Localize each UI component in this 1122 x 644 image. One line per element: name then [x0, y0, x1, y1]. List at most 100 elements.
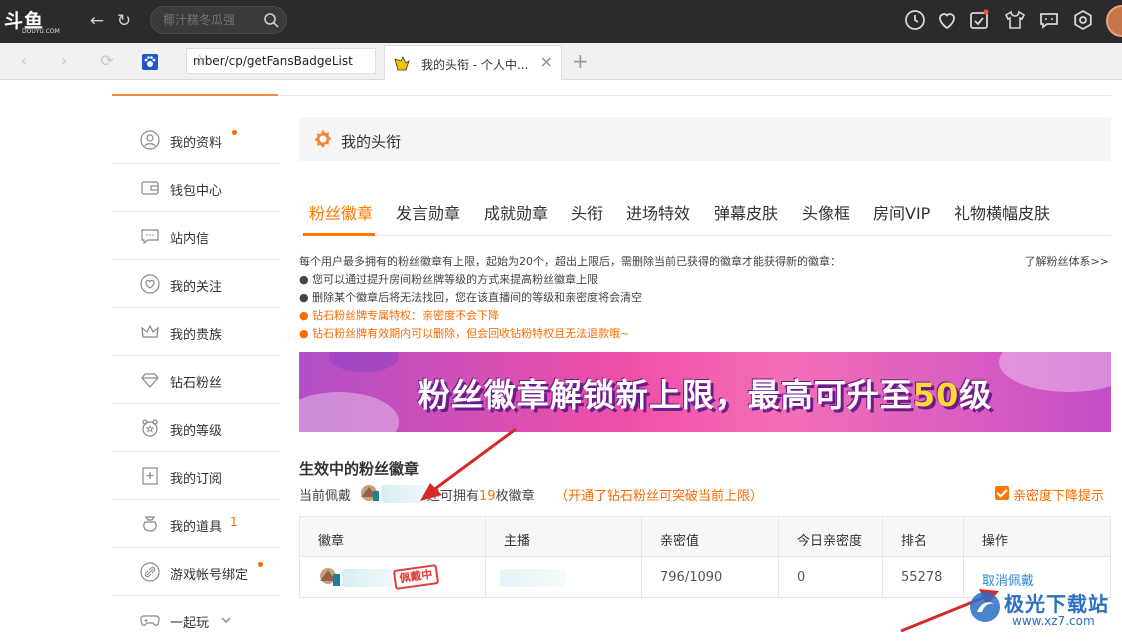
header-cell: 亲密值 — [642, 517, 779, 557]
message-icon — [141, 229, 159, 245]
user-icon — [140, 130, 160, 150]
search-icon[interactable] — [262, 11, 280, 29]
tab-gift-banner-skin[interactable]: 礼物横幅皮肤 — [954, 200, 1050, 224]
sidebar-item-diamond-fans[interactable]: 钻石粉丝 — [112, 356, 280, 404]
sidebar-item-props[interactable]: 我的道具 1 — [112, 500, 280, 548]
browser-back-icon[interactable]: ‹ — [14, 51, 34, 71]
intimacy-alert-checkbox[interactable] — [995, 486, 1009, 500]
sidebar-nav: 我的资料 钱包中心 站内信 我的关注 我的贵族 钻石粉丝 我的等级 我的订阅 我… — [112, 116, 280, 644]
settings-icon[interactable] — [1071, 8, 1095, 32]
tabs-divider — [299, 235, 1111, 236]
tab-speech-medal[interactable]: 发言勋章 — [396, 200, 460, 224]
notification-dot — [258, 562, 263, 567]
banner-text-main: 粉丝徽章解锁新上限，最高可升至 — [417, 376, 913, 414]
intimacy-cell: 796/1090 — [642, 557, 779, 598]
active-tab-indicator — [303, 233, 375, 236]
site-watermark: 极光下载站 www.xz7.com — [964, 586, 1122, 637]
calendar-check-icon[interactable] — [967, 8, 991, 32]
diamond-icon — [141, 373, 159, 388]
heart-icon[interactable] — [935, 8, 959, 32]
tab-room-vip[interactable]: 房间VIP — [873, 200, 930, 224]
chevron-down-icon[interactable] — [220, 614, 232, 626]
sidebar-item-label: 游戏帐号绑定 — [170, 568, 249, 583]
annotation-arrow — [420, 427, 517, 501]
rule-bullet: ● 您可以通过提升房间粉丝牌等级的方式来提高粉丝徽章上限 — [299, 273, 599, 286]
active-browser-tab[interactable]: 我的头衔 - 个人中... × — [384, 45, 562, 80]
new-tab-icon[interactable]: + — [572, 49, 589, 73]
wearing-stamp: 佩戴中 — [392, 564, 440, 590]
user-avatar[interactable] — [1106, 5, 1122, 37]
sidebar-item-level[interactable]: 我的等级 — [112, 404, 280, 452]
header-cell: 主播 — [486, 517, 642, 557]
crown-icon — [141, 324, 159, 338]
browser-reload-icon[interactable]: ⟳ — [97, 51, 117, 71]
sidebar-item-noble[interactable]: 我的贵族 — [112, 308, 280, 356]
history-clock-icon[interactable] — [903, 8, 927, 32]
props-count: 1 — [230, 515, 238, 529]
address-bar[interactable]: mber/cp/getFansBadgeList ☆ — [186, 48, 376, 74]
bag-icon — [143, 516, 157, 532]
tab-achievement-medal[interactable]: 成就勋章 — [484, 200, 548, 224]
douyu-logo[interactable]: 斗鱼 DOUYU.COM — [4, 6, 66, 36]
sidebar-item-label: 钻石粉丝 — [170, 376, 223, 391]
anchor-cell — [486, 557, 642, 598]
sidebar-item-profile[interactable]: 我的资料 — [112, 116, 280, 164]
rule-bullet: ● 删除某个徽章后将无法找回，您在该直播间的等级和亲密度将会清空 — [299, 291, 643, 304]
promo-banner[interactable]: 粉丝徽章解锁新上限，最高可升至50级 — [299, 352, 1111, 432]
browser-forward-icon[interactable]: › — [54, 51, 74, 71]
watermark-title: 极光下载站 — [1004, 592, 1109, 616]
rule-bullet-warn: ● 钻石粉丝牌专属特权：亲密度不会下降 — [299, 309, 500, 322]
heart-circle-icon — [140, 274, 160, 294]
rule-bullet-warn: ● 钻石粉丝牌有效期内可以删除，但会回收钻粉特权且无法退款哦~ — [299, 327, 630, 340]
page-title: 我的头衔 — [341, 133, 402, 151]
search-input[interactable] — [163, 11, 263, 29]
paw-icon[interactable] — [141, 53, 159, 71]
header-cell: 徽章 — [300, 517, 486, 557]
watermark-logo-icon — [970, 592, 1000, 622]
watermark-url: www.xz7.com — [1012, 614, 1095, 628]
learn-fan-system-link[interactable]: 了解粉丝体系>> — [1025, 253, 1109, 271]
category-tabs: 粉丝徽章 发言勋章 成就勋章 头衔 进场特效 弹幕皮肤 头像框 房间VIP 礼物… — [299, 196, 1111, 236]
sidebar-item-messages[interactable]: 站内信 — [112, 212, 280, 260]
refresh-icon[interactable]: ↻ — [113, 10, 135, 32]
chat-bubble-icon[interactable] — [1037, 8, 1061, 32]
sidebar-item-label: 我的资料 — [170, 136, 223, 151]
tab-title[interactable]: 头衔 — [571, 200, 603, 224]
sidebar-item-label: 一起玩 — [170, 616, 210, 631]
table-header: 徽章 主播 亲密值 今日亲密度 排名 操作 — [300, 517, 1110, 557]
sidebar-item-label: 站内信 — [170, 232, 210, 247]
today-intimacy-cell: 0 — [779, 557, 883, 598]
badge-cell: 佩戴中 — [300, 557, 486, 598]
tab-close-icon[interactable]: × — [540, 52, 553, 71]
banner-text-tail: 级 — [959, 376, 993, 414]
tab-danmaku-skin[interactable]: 弹幕皮肤 — [714, 200, 778, 224]
tab-title: 我的头衔 - 个人中... — [421, 58, 529, 72]
link-icon — [140, 562, 160, 582]
gamepad-icon — [140, 615, 160, 626]
sidebar-item-wallet[interactable]: 钱包中心 — [112, 164, 280, 212]
bookmark-star-icon[interactable]: ☆ — [193, 51, 371, 69]
back-icon[interactable]: ← — [86, 10, 108, 32]
sidebar-item-label: 我的贵族 — [170, 328, 223, 343]
logo-subtext: DOUYU.COM — [22, 28, 60, 35]
banner-cloud — [329, 352, 399, 372]
tab-entrance-effect[interactable]: 进场特效 — [626, 200, 690, 224]
browser-tab-bar: ‹ › ⟳ mber/cp/getFansBadgeList ☆ 我的头衔 - … — [0, 43, 1122, 80]
tshirt-icon[interactable] — [1003, 8, 1027, 32]
sidebar-item-game-account[interactable]: 游戏帐号绑定 — [112, 548, 280, 596]
intimacy-alert-label[interactable]: 亲密度下降提示 — [1013, 485, 1104, 504]
badge-thumbnail-icon — [320, 568, 340, 586]
tab-avatar-frame[interactable]: 头像框 — [802, 200, 850, 224]
tab-fan-badge[interactable]: 粉丝徽章 — [309, 200, 373, 224]
blurred-anchor-name — [500, 569, 566, 587]
sidebar-item-label: 我的等级 — [170, 424, 223, 439]
banner-headline: 粉丝徽章解锁新上限，最高可升至50级 — [299, 370, 1111, 416]
header-cell: 今日亲密度 — [779, 517, 883, 557]
sidebar-item-subscriptions[interactable]: 我的订阅 — [112, 452, 280, 500]
blurred-badge-name — [342, 569, 392, 587]
title-badge-icon — [314, 130, 332, 148]
sidebar-item-following[interactable]: 我的关注 — [112, 260, 280, 308]
search-box[interactable] — [150, 6, 287, 34]
sidebar-item-label: 我的订阅 — [170, 472, 223, 487]
header-divider-accent — [112, 94, 278, 96]
